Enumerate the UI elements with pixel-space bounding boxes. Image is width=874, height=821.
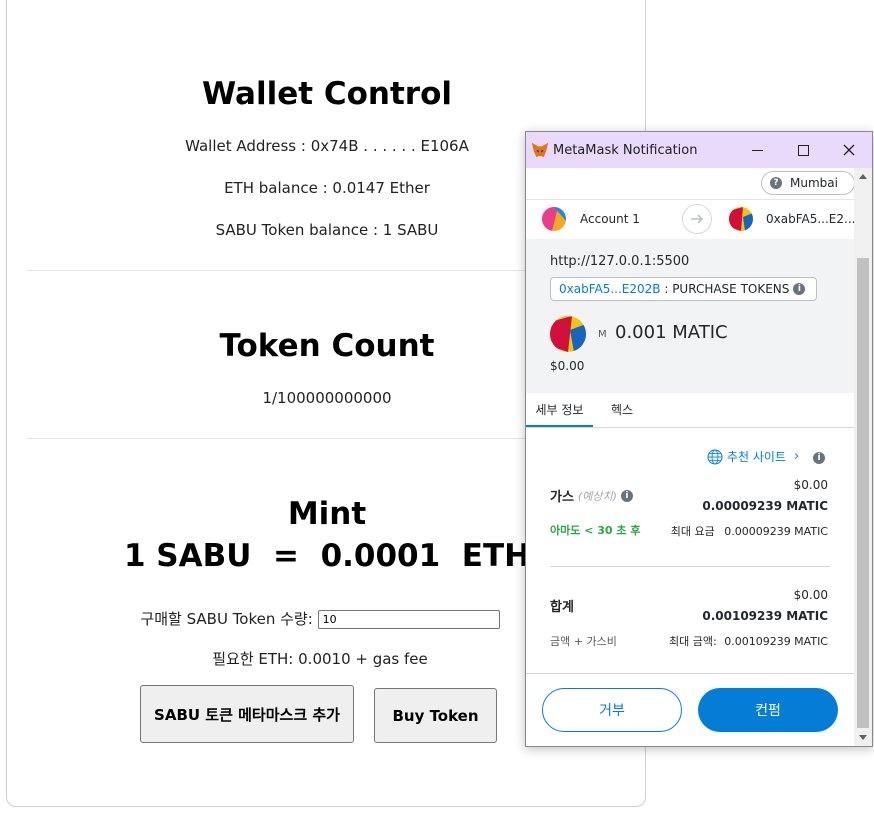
amount-symbol: M: [598, 329, 607, 340]
quantity-label: 구매할 SABU Token 수량:: [140, 610, 313, 628]
buy-token-button[interactable]: Buy Token: [374, 688, 497, 743]
window-title: MetaMask Notification: [553, 142, 698, 158]
to-account-address: 0xabFA5...E2...: [766, 212, 854, 226]
add-to-metamask-button[interactable]: SABU 토큰 메타마스크 추가: [140, 685, 354, 743]
gas-speed-estimate: 아마도 < 30 초 후: [550, 524, 641, 537]
chevron-right-icon: ›: [794, 449, 800, 464]
network-selector[interactable]: ? Mumbai: [761, 171, 854, 195]
window-titlebar: MetaMask Notification: [526, 132, 872, 168]
tab-details[interactable]: 세부 정보: [526, 393, 593, 427]
info-icon[interactable]: i: [620, 489, 633, 502]
amount-value: 0.001 MATIC: [615, 322, 728, 343]
total-sub-label: 금액 + 가스비: [550, 635, 617, 648]
scrollbar-thumb[interactable]: [857, 258, 869, 728]
total-max-value: 0.00109239 MATIC: [724, 635, 828, 648]
maximize-icon[interactable]: [780, 132, 826, 168]
gas-label-group: 가스 (예상치) i: [550, 486, 633, 505]
detail-tabs: 세부 정보 헥스: [526, 393, 854, 428]
gas-label: 가스: [550, 490, 574, 505]
reject-button[interactable]: 거부: [542, 688, 682, 732]
metamask-content: ? Mumbai Account 1 0xabFA5...E2... http:…: [526, 168, 854, 746]
minimize-icon[interactable]: [734, 132, 780, 168]
total-max-amount: 최대 금액: 0.00109239 MATIC: [669, 633, 828, 649]
info-icon[interactable]: i: [813, 452, 825, 464]
network-name: Mumbai: [790, 176, 838, 190]
divider: [526, 673, 854, 674]
metamask-notification-window: MetaMask Notification ? Mumbai Account 1: [525, 131, 873, 747]
recommended-site-link[interactable]: 추천 사이트 ›: [707, 448, 799, 465]
origin-url: http://127.0.0.1:5500: [550, 254, 690, 269]
to-account-avatar: [729, 207, 753, 231]
scroll-up-icon[interactable]: [859, 174, 867, 179]
gas-max-fee-label: 최대 요금: [670, 525, 715, 538]
account-row: Account 1 0xabFA5...E2...: [526, 199, 854, 240]
from-account-name: Account 1: [580, 212, 640, 226]
contract-method-pill: 0xabFA5...E202B : PURCHASE TOKENS i: [550, 277, 817, 301]
gas-max-fee: 최대 요금 0.00009239 MATIC: [671, 523, 828, 539]
total-max-label: 최대 금액:: [669, 635, 717, 648]
transaction-summary: http://127.0.0.1:5500 0xabFA5...E202B : …: [526, 239, 854, 393]
quantity-input[interactable]: [317, 610, 500, 629]
confirm-button[interactable]: 컨펌: [698, 688, 838, 732]
question-icon: ?: [770, 177, 782, 189]
gas-value: 0.00009239 MATIC: [702, 499, 828, 513]
from-account-avatar: [542, 207, 566, 231]
recommended-site-label: 추천 사이트: [727, 450, 787, 464]
gas-max-fee-value: 0.00009239 MATIC: [724, 525, 828, 538]
scroll-down-icon[interactable]: [859, 735, 867, 740]
info-icon[interactable]: i: [793, 283, 806, 295]
contract-method: : PURCHASE TOKENS: [660, 282, 790, 296]
globe-icon: [707, 449, 723, 464]
total-fiat: $0.00: [793, 588, 828, 602]
gas-estimated-label: (예상치): [577, 489, 617, 503]
token-avatar: [550, 316, 586, 352]
total-value: 0.00109239 MATIC: [702, 609, 828, 623]
arrow-right-icon: [682, 204, 712, 234]
amount-fiat: $0.00: [550, 359, 585, 373]
total-label: 합계: [550, 600, 574, 615]
divider: [550, 566, 830, 567]
close-icon[interactable]: [826, 132, 872, 168]
metamask-fox-icon: [531, 142, 549, 158]
tab-hex[interactable]: 헥스: [605, 393, 639, 427]
wallet-control-title: Wallet Control: [201, 76, 453, 112]
contract-address-link[interactable]: 0xabFA5...E202B: [559, 282, 661, 296]
gas-fiat: $0.00: [793, 478, 828, 492]
